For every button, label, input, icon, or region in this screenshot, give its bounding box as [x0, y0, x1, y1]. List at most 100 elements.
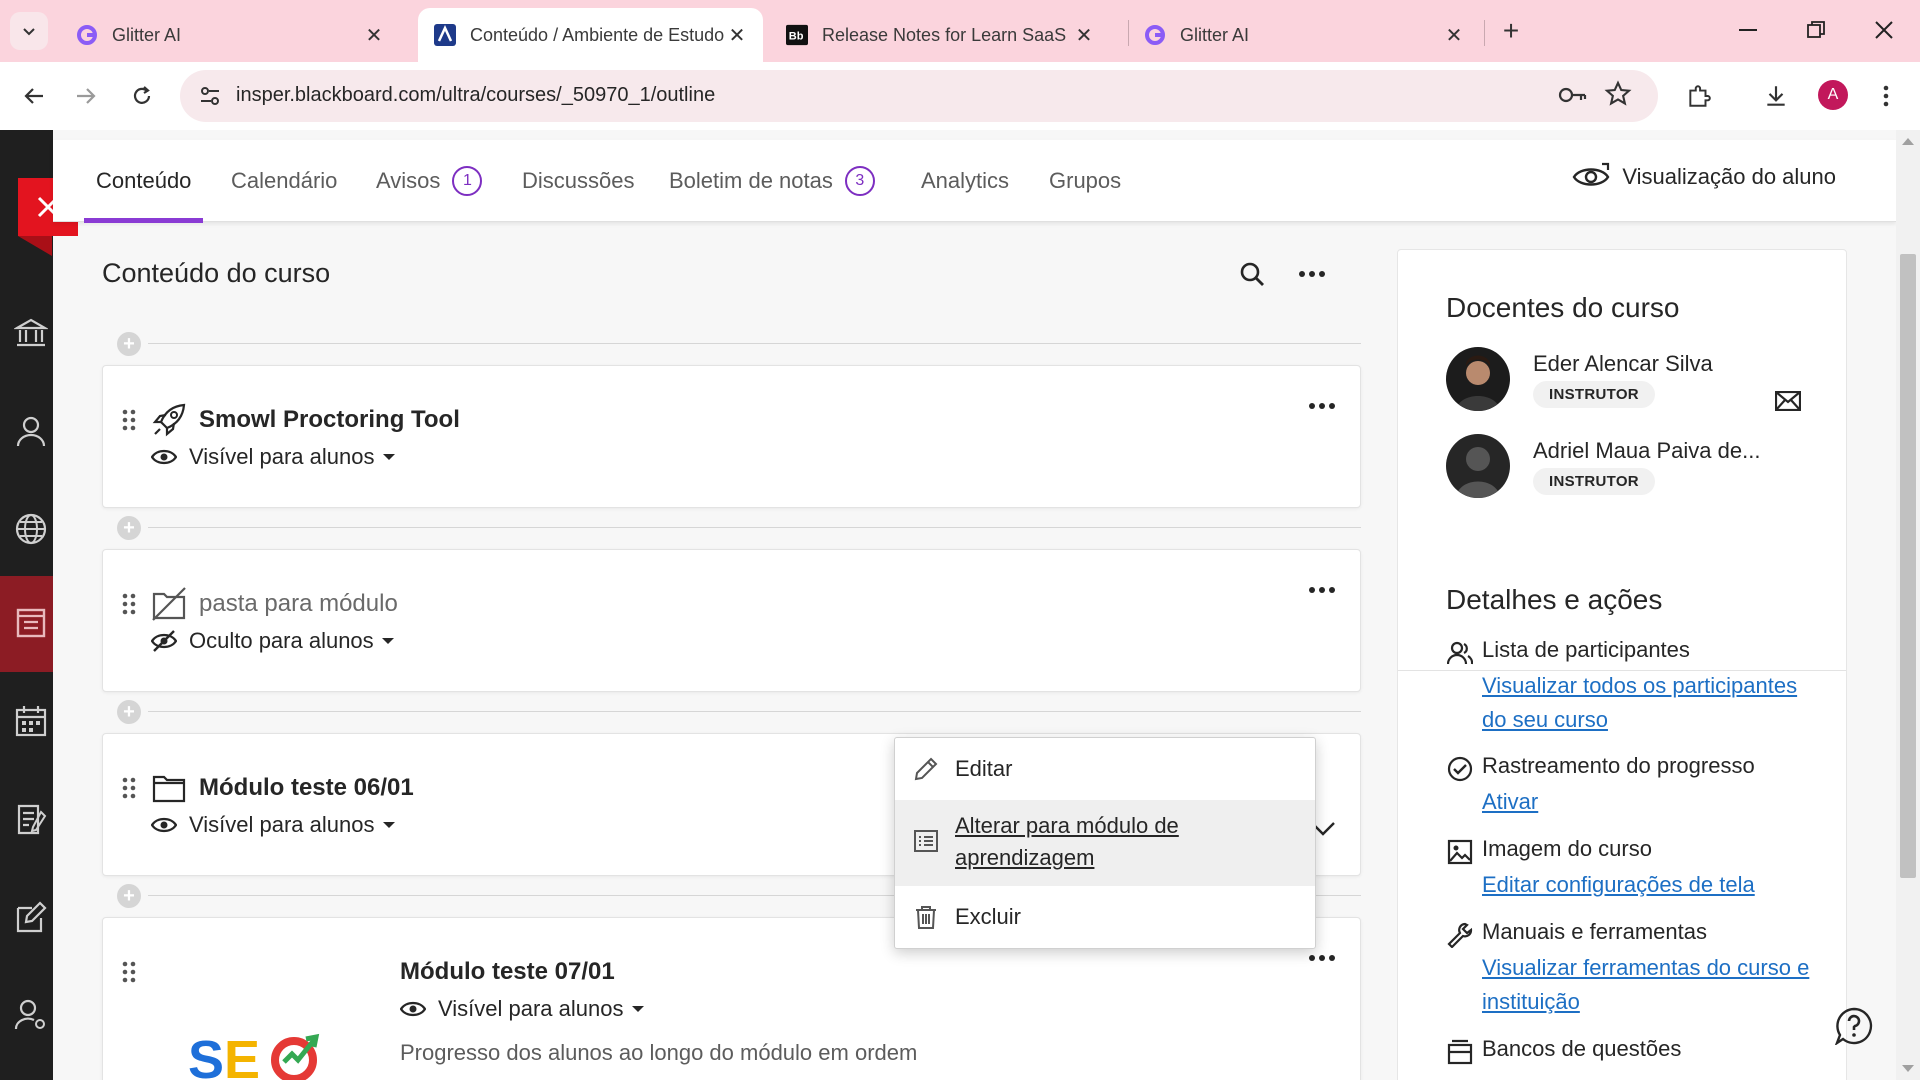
more-options-icon[interactable]: [1302, 394, 1342, 418]
close-tab-icon[interactable]: ✕: [1072, 23, 1096, 47]
new-tab-button[interactable]: +: [1494, 14, 1528, 48]
details-heading: Detalhes e ações: [1446, 584, 1663, 615]
content-item-title[interactable]: Módulo teste 06/01: [199, 774, 414, 802]
instructor-item[interactable]: Adriel Maua Paiva de... INSTRUTOR: [1446, 434, 1826, 502]
grades-icon[interactable]: [14, 802, 48, 836]
site-info-icon[interactable]: [196, 82, 224, 110]
participants-icon: [1446, 639, 1474, 667]
drag-handle-icon[interactable]: [121, 592, 137, 616]
student-view-button[interactable]: Visualização do aluno: [1572, 162, 1836, 192]
participants-link[interactable]: Visualizar todos os participantes do seu…: [1482, 669, 1822, 737]
minimize-button[interactable]: [1726, 10, 1770, 50]
detail-progress: Rastreamento do progresso Ativar: [1446, 753, 1826, 817]
content-item-title[interactable]: Smowl Proctoring Tool: [199, 406, 460, 434]
tab-analytics[interactable]: Analytics: [921, 140, 1009, 222]
content-item-title[interactable]: pasta para módulo: [199, 590, 398, 618]
help-button[interactable]: [1834, 1006, 1874, 1046]
arrow-left-icon: [24, 88, 43, 104]
browser-menu-icon[interactable]: [1868, 78, 1904, 114]
tab-search-button[interactable]: [10, 12, 48, 50]
add-content-plus-icon[interactable]: +: [117, 332, 141, 356]
seo-letter-s: S: [188, 1030, 224, 1080]
content-item-title[interactable]: Módulo teste 07/01: [400, 958, 615, 986]
browser-tab-release-notes[interactable]: Bb Release Notes for Learn SaaS | A ✕: [770, 8, 1110, 62]
mail-icon[interactable]: [1773, 386, 1803, 416]
activate-progress-link[interactable]: Ativar: [1482, 785, 1822, 819]
search-icon[interactable]: [1234, 256, 1270, 292]
add-content-plus-icon[interactable]: +: [117, 516, 141, 540]
password-key-icon[interactable]: [1558, 82, 1588, 113]
edit-screen-settings-link[interactable]: Editar configurações de tela: [1482, 868, 1822, 902]
course-tools-link[interactable]: Visualizar ferramentas do curso e instit…: [1482, 951, 1822, 1019]
more-options-icon[interactable]: [1302, 946, 1342, 970]
menu-item-label: Excluir: [955, 904, 1022, 929]
drag-handle-icon[interactable]: [121, 776, 137, 800]
instructor-name[interactable]: Adriel Maua Paiva de...: [1533, 438, 1760, 464]
calendar-icon[interactable]: [14, 704, 48, 738]
close-tab-icon[interactable]: ✕: [362, 23, 386, 47]
visibility-dropdown[interactable]: Oculto para alunos: [151, 628, 394, 654]
back-button[interactable]: [16, 78, 52, 114]
content-item-card[interactable]: pasta para módulo Oculto para alunos: [102, 549, 1361, 692]
more-options-icon[interactable]: [1294, 256, 1330, 292]
download-icon[interactable]: [1758, 78, 1794, 114]
tab-discussoes[interactable]: Discussões: [522, 140, 634, 222]
visibility-dropdown[interactable]: Visível para alunos: [151, 444, 395, 470]
browser-tab-conteudo[interactable]: Conteúdo / Ambiente de Estudo ✕: [418, 8, 763, 62]
add-content-plus-icon[interactable]: +: [117, 700, 141, 724]
institution-icon[interactable]: [14, 316, 48, 350]
drag-handle-icon[interactable]: [121, 408, 137, 432]
instructor-item[interactable]: Eder Alencar Silva INSTRUTOR: [1446, 347, 1826, 415]
profile-avatar[interactable]: A: [1818, 80, 1848, 110]
tab-boletim-de-notas[interactable]: Boletim de notas 3: [669, 140, 875, 222]
hidden-folder-icon: [151, 586, 187, 622]
reload-button[interactable]: [124, 78, 160, 114]
eye-icon: [151, 449, 177, 465]
instructor-name[interactable]: Eder Alencar Silva: [1533, 351, 1713, 377]
extensions-icon[interactable]: [1681, 78, 1717, 114]
tab-avisos[interactable]: Avisos 1: [376, 140, 483, 222]
address-bar[interactable]: insper.blackboard.com/ultra/courses/_509…: [180, 70, 1658, 122]
detail-course-image: Imagem do curso Editar configurações de …: [1446, 836, 1826, 900]
more-options-icon[interactable]: [1302, 578, 1342, 602]
arrow-right-icon: [77, 88, 96, 104]
course-page: Conteúdo Calendário Avisos 1 Discussões …: [0, 130, 1920, 1080]
folder-icon: [151, 770, 187, 806]
close-tab-icon[interactable]: ✕: [725, 23, 749, 47]
avatar: [1446, 434, 1510, 498]
visibility-dropdown[interactable]: Visível para alunos: [400, 996, 644, 1022]
menu-item-alterar-modulo[interactable]: Alterar para módulo de aprendizagem: [895, 800, 1315, 886]
caret-down-icon: [631, 1006, 644, 1012]
browser-tab-glitter-1[interactable]: Glitter AI ✕: [60, 8, 400, 62]
detail-title: Imagem do curso: [1482, 836, 1652, 861]
check-circle-icon: [1446, 755, 1474, 783]
section-title: Conteúdo do curso: [102, 258, 331, 288]
user-settings-icon[interactable]: [14, 998, 48, 1032]
add-content-plus-icon[interactable]: +: [117, 884, 141, 908]
role-badge: INSTRUTOR: [1533, 468, 1655, 495]
visibility-dropdown[interactable]: Visível para alunos: [151, 812, 395, 838]
drag-handle-icon[interactable]: [121, 960, 137, 984]
tab-title: Release Notes for Learn SaaS | A: [822, 24, 1072, 45]
content-item-card[interactable]: Smowl Proctoring Tool Visível para aluno…: [102, 365, 1361, 508]
tab-calendario[interactable]: Calendário: [231, 140, 337, 222]
close-window-button[interactable]: [1862, 10, 1906, 50]
globe-icon[interactable]: [14, 512, 48, 546]
courses-icon[interactable]: [14, 606, 48, 640]
menu-item-excluir[interactable]: Excluir: [895, 892, 1315, 942]
bookmark-star-icon[interactable]: [1604, 80, 1632, 113]
edit-note-icon[interactable]: [14, 900, 48, 934]
close-tab-icon[interactable]: ✕: [1442, 23, 1466, 47]
menu-item-editar[interactable]: Editar: [895, 744, 1315, 794]
tab-label: Boletim de notas: [669, 168, 833, 193]
browser-tab-glitter-2[interactable]: Glitter AI ✕: [1128, 8, 1480, 62]
profile-icon[interactable]: [14, 414, 48, 448]
restore-button[interactable]: [1794, 10, 1838, 50]
tab-grupos[interactable]: Grupos: [1049, 140, 1121, 222]
scrollbar-thumb[interactable]: [1900, 254, 1916, 878]
tab-conteudo[interactable]: Conteúdo: [84, 140, 204, 223]
scroll-down-arrow[interactable]: [1902, 1065, 1914, 1072]
forward-button[interactable]: [68, 78, 104, 114]
page-scrollbar[interactable]: [1896, 130, 1920, 1080]
scroll-up-arrow[interactable]: [1902, 138, 1914, 145]
